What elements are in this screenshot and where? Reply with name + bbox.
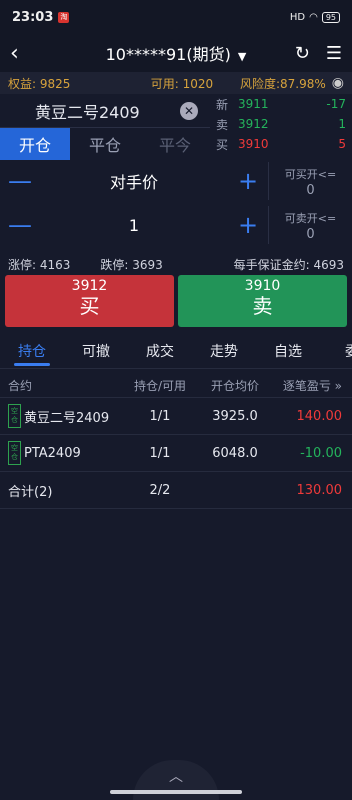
quote-price: 3912 [238,117,269,131]
quote-price: 3910 [238,137,269,151]
title-icons: ↻ ☰ [295,43,342,64]
wifi-icon: ◠ [309,11,318,23]
quote-panel: 新 3911 -17 卖 3912 1 买 3910 5 [212,94,352,154]
price-type-value[interactable]: 对手价 [40,169,228,193]
short-position-badge: 空仓 [8,441,21,465]
margin-per-lot: 每手保证金约: 4693 [233,257,344,272]
tab-trend[interactable]: 走势 [192,333,256,368]
total-qty: 2/2 [149,482,171,498]
sell-button[interactable]: 3910 卖 [178,275,347,327]
menu-icon[interactable]: ☰ [326,43,342,64]
account-info-bar: 权益: 9825 可用: 1020 风险度:87.98% ◉ [0,72,352,94]
status-right: HD ◠ 95 [289,11,340,23]
status-bar: 23:03 淘 HD ◠ 95 [0,0,352,34]
equity-text: 权益: 9825 [8,76,71,91]
order-type-tabs: 开仓 平仓 平今 [0,128,210,160]
col-contract: 合约 [8,379,33,393]
status-time: 23:03 [12,9,54,25]
price-control: — 对手价 + [0,162,268,200]
row-contract: 空仓 黄豆二号2409 [0,404,125,428]
pnl-value: -10.00 [300,445,342,461]
clear-icon[interactable]: ✕ [180,102,198,120]
tab-close[interactable]: 平仓 [70,128,140,160]
bottom-tabs: 持仓 可撤 成交 走势 自选 委 [0,333,352,369]
table-row[interactable]: 空仓 黄豆二号2409 1/1 3925.0 140.00 [0,398,352,435]
tab-filled[interactable]: 成交 [128,333,192,368]
back-icon[interactable]: ‹ [10,41,34,66]
quantity-plus-button[interactable]: + [228,211,268,239]
avg-price: 6048.0 [212,445,258,461]
eye-icon[interactable]: ◉ [332,75,344,91]
avail-sell-value: 0 [306,227,315,242]
col-position: 持仓/可用 [133,379,187,393]
title-bar: ‹ 10*****91(期货) ▼ ↻ ☰ [0,34,352,72]
tab-close-today[interactable]: 平今 [140,128,210,160]
battery-icon: 95 [321,11,340,23]
notification-icon: 淘 [58,11,70,23]
short-position-badge: 空仓 [8,404,21,428]
quantity-minus-button[interactable]: — [0,211,40,239]
refresh-icon[interactable]: ↻ [295,43,310,64]
limit-up: 涨停: 4163 [8,257,71,272]
chevron-up-icon: ︿ [169,769,183,785]
contract-name: PTA2409 [24,445,81,461]
total-label: 合计(2) [8,484,53,500]
product-selector[interactable]: 黄豆二号2409 ✕ [0,94,210,128]
sell-label: 卖 [252,294,273,318]
tab-orders[interactable]: 委 [320,333,352,368]
tab-cancelable[interactable]: 可撤 [64,333,128,368]
quote-change: 1 [338,117,346,131]
risk-text: 风险度:87.98% [239,76,326,91]
buy-button[interactable]: 3912 买 [5,275,174,327]
available-text: 可用: 1020 [150,76,214,91]
row-contract: 空仓 PTA2409 [0,441,125,465]
price-minus-button[interactable]: — [0,167,40,195]
avail-sell: 可卖开<= 0 [268,206,352,244]
avail-sell-label: 可卖开<= [284,212,337,225]
limit-info: 涨停: 4163 跌停: 3693 每手保证金约: 4693 [0,254,352,274]
order-panel: 黄豆二号2409 ✕ 新 3911 -17 卖 3912 1 买 3910 5 … [0,94,352,254]
quote-label: 买 [216,137,229,152]
home-indicator[interactable] [110,790,242,794]
signal-icon: HD [289,11,306,23]
table-header: 合约 持仓/可用 开仓均价 逐笔盈亏 » [0,374,352,398]
table-total-row: 合计(2) 2/2 130.00 [0,472,352,509]
tab-positions[interactable]: 持仓 [0,333,64,368]
table-row[interactable]: 空仓 PTA2409 1/1 6048.0 -10.00 [0,435,352,472]
quote-change: -17 [326,97,346,111]
quantity-control: — 1 + [0,206,268,244]
contract-name: 黄豆二号2409 [24,410,110,426]
quote-price: 3911 [238,97,269,111]
account-title-label: 10*****91(期货) [105,45,231,64]
positions-table: 合约 持仓/可用 开仓均价 逐笔盈亏 » 空仓 黄豆二号2409 1/1 392… [0,374,352,509]
chevron-down-icon: ▼ [237,50,247,63]
col-avg-price: 开仓均价 [210,379,259,393]
avg-price: 3925.0 [212,408,258,424]
quote-row-bid: 买 3910 5 [212,134,352,154]
quantity-value[interactable]: 1 [40,216,228,235]
quote-label: 新 [216,97,229,112]
avail-buy-label: 可买开<= [284,168,337,181]
total-pnl: 130.00 [296,482,343,498]
buy-price: 3912 [71,278,108,294]
position-qty: 1/1 [149,445,171,461]
avail-buy: 可买开<= 0 [268,162,352,200]
quote-row-latest: 新 3911 -17 [212,94,352,114]
limit-down: 跌停: 3693 [100,257,163,272]
avail-buy-value: 0 [306,183,315,198]
quote-label: 卖 [216,117,229,132]
sell-price: 3910 [244,278,281,294]
col-pnl[interactable]: 逐笔盈亏 » [275,377,352,394]
tab-watchlist[interactable]: 自选 [256,333,320,368]
product-name: 黄豆二号2409 [35,102,140,122]
buy-label: 买 [79,294,100,318]
expand-handle[interactable]: ︿ [133,760,219,800]
tab-open[interactable]: 开仓 [0,128,70,160]
quote-change: 5 [338,137,346,151]
quote-row-ask: 卖 3912 1 [212,114,352,134]
position-qty: 1/1 [149,408,171,424]
pnl-value: 140.00 [296,408,343,424]
price-plus-button[interactable]: + [228,167,268,195]
